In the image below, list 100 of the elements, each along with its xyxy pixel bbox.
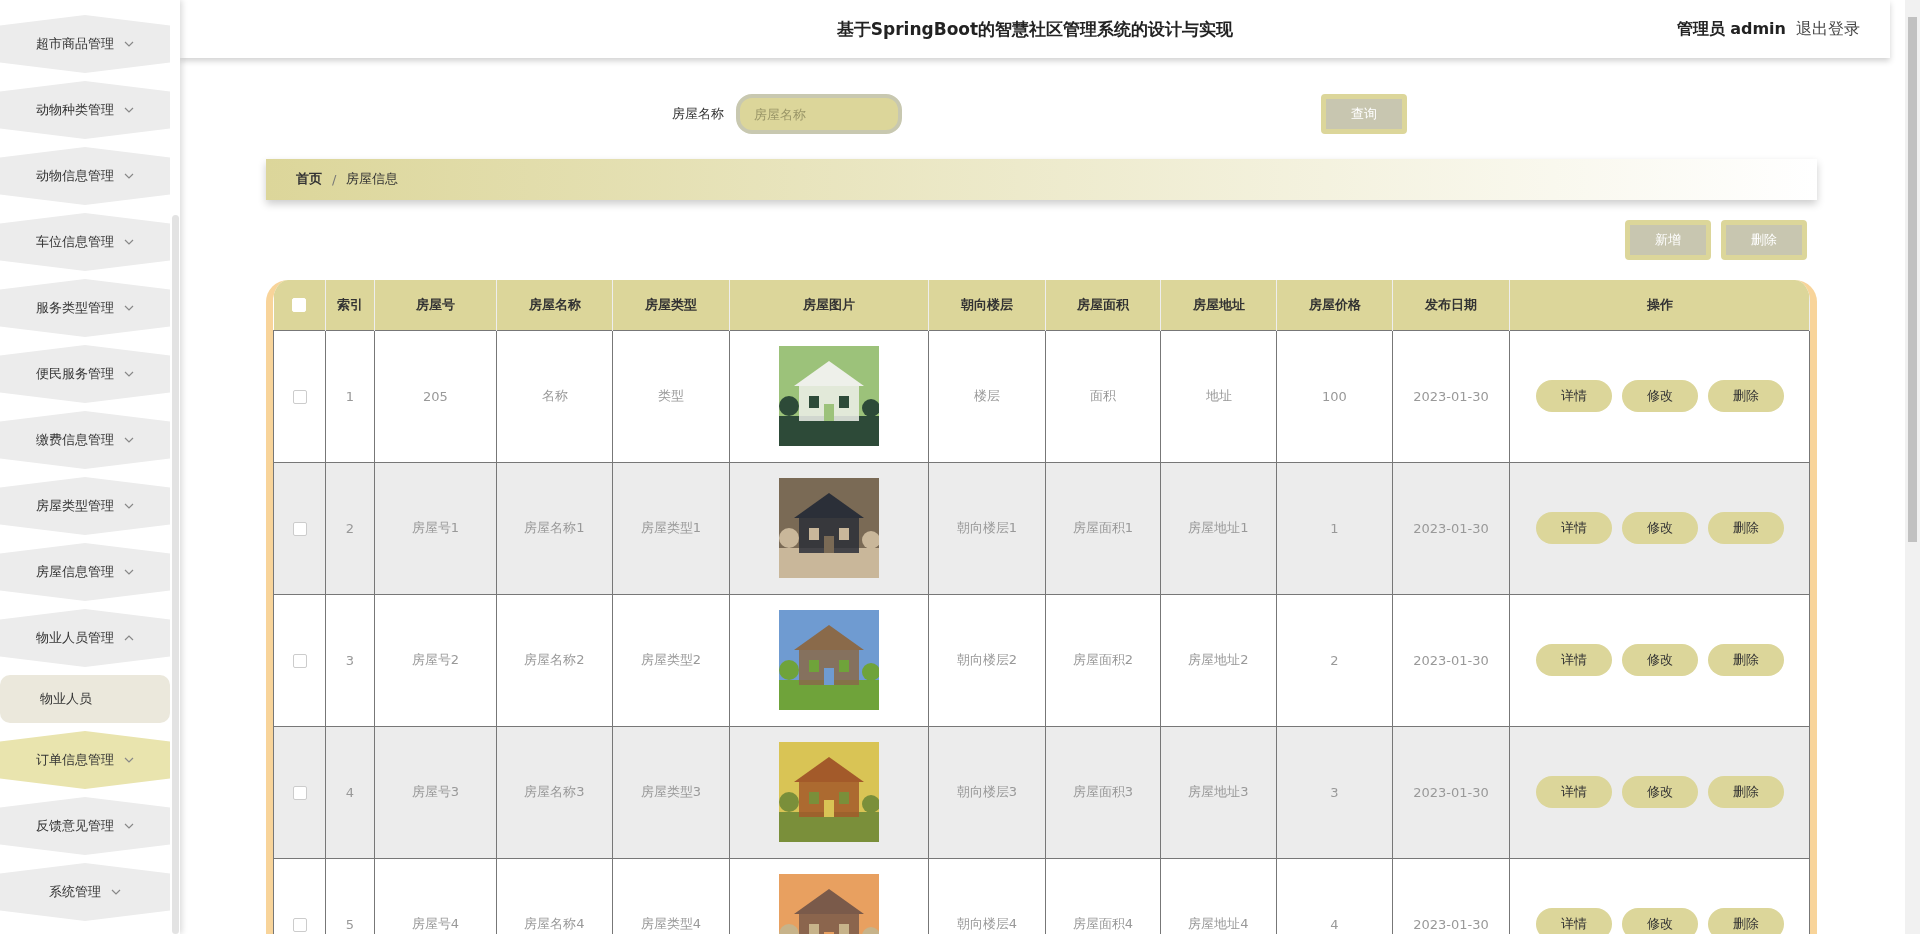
breadcrumb-separator: / xyxy=(332,171,337,187)
chevron-down-icon xyxy=(124,41,134,47)
table-cell: 3 xyxy=(1276,726,1393,858)
details-button[interactable]: 详情 xyxy=(1535,908,1612,934)
table-cell: 205 xyxy=(374,330,497,462)
search-label: 房屋名称 xyxy=(672,105,724,123)
delete-button[interactable]: 删除 xyxy=(1707,512,1784,544)
column-header: 房屋名称 xyxy=(496,279,613,330)
table-cell: 2023-01-30 xyxy=(1392,726,1510,858)
chevron-down-icon xyxy=(124,239,134,245)
column-header: 发布日期 xyxy=(1392,279,1510,330)
sidebar-item[interactable]: 订单信息管理 xyxy=(0,731,170,789)
table-cell: 房屋地址3 xyxy=(1160,726,1277,858)
table-cell: 房屋类型3 xyxy=(612,726,730,858)
table-cell: 4 xyxy=(325,726,375,858)
table-cell: 名称 xyxy=(496,330,613,462)
column-header: 房屋价格 xyxy=(1276,279,1393,330)
table-cell: 房屋名称1 xyxy=(496,462,613,594)
details-button[interactable]: 详情 xyxy=(1535,644,1612,676)
checkbox[interactable] xyxy=(292,917,307,932)
table-cell: 2023-01-30 xyxy=(1392,330,1510,462)
chevron-down-icon xyxy=(111,889,121,895)
column-header: 房屋图片 xyxy=(729,279,929,330)
checkbox[interactable] xyxy=(292,785,307,800)
delete-button[interactable]: 删除 xyxy=(1707,776,1784,808)
sidebar-item[interactable]: 物业人员管理 xyxy=(0,609,170,667)
edit-button[interactable]: 修改 xyxy=(1621,380,1698,412)
sidebar-item[interactable]: 超市商品管理 xyxy=(0,15,170,73)
scrollbar[interactable] xyxy=(171,215,179,934)
column-header: 房屋地址 xyxy=(1160,279,1277,330)
table-cell: 房屋面积2 xyxy=(1045,594,1161,726)
column-header: 操作 xyxy=(1509,279,1810,330)
table-cell: 楼层 xyxy=(928,330,1046,462)
table-cell: 房屋面积3 xyxy=(1045,726,1161,858)
checkbox[interactable] xyxy=(292,653,307,668)
table-cell: 类型 xyxy=(612,330,730,462)
chevron-down-icon xyxy=(124,437,134,443)
chevron-down-icon xyxy=(124,569,134,575)
chevron-down-icon xyxy=(124,757,134,763)
table-cell: 2023-01-30 xyxy=(1392,462,1510,594)
table-cell: 房屋号2 xyxy=(374,594,497,726)
sidebar-item[interactable]: 系统管理 xyxy=(0,863,170,921)
sidebar-subitem[interactable]: 物业人员 xyxy=(0,675,170,723)
scrollbar-thumb[interactable] xyxy=(1908,17,1917,542)
logout-link[interactable]: 退出登录 xyxy=(1796,18,1860,40)
table-cell: 2023-01-30 xyxy=(1392,594,1510,726)
sidebar-item[interactable]: 便民服务管理 xyxy=(0,345,170,403)
edit-button[interactable]: 修改 xyxy=(1621,512,1698,544)
chevron-down-icon xyxy=(124,823,134,829)
delete-button[interactable]: 删除 xyxy=(1707,644,1784,676)
table-cell: 房屋类型2 xyxy=(612,594,730,726)
chevron-down-icon xyxy=(124,503,134,509)
table-cell: 地址 xyxy=(1160,330,1277,462)
table-cell: 2 xyxy=(1276,594,1393,726)
chevron-up-icon xyxy=(124,635,134,641)
chevron-down-icon xyxy=(124,305,134,311)
table-cell: 100 xyxy=(1276,330,1393,462)
table-cell: 房屋名称3 xyxy=(496,726,613,858)
user-name: 管理员 admin xyxy=(1676,18,1786,40)
sidebar-item[interactable]: 车位信息管理 xyxy=(0,213,170,271)
chevron-down-icon xyxy=(124,173,134,179)
sidebar-item[interactable]: 缴费信息管理 xyxy=(0,411,170,469)
table-cell: 朝向楼层2 xyxy=(928,594,1046,726)
sidebar-item[interactable]: 房屋类型管理 xyxy=(0,477,170,535)
breadcrumb-link[interactable]: 首页 xyxy=(296,170,322,189)
table-cell: 3 xyxy=(325,594,375,726)
details-button[interactable]: 详情 xyxy=(1535,380,1612,412)
breadcrumb-current: 房屋信息 xyxy=(346,170,399,189)
table-cell: 朝向楼层1 xyxy=(928,462,1046,594)
delete-button[interactable]: 删除 xyxy=(1707,380,1784,412)
sidebar-item[interactable]: 反馈意见管理 xyxy=(0,797,170,855)
column-header: 房屋号 xyxy=(374,279,497,330)
table-cell: 房屋地址1 xyxy=(1160,462,1277,594)
table-cell: 1 xyxy=(325,330,375,462)
table-cell: 房屋名称2 xyxy=(496,594,613,726)
chevron-down-icon xyxy=(124,107,134,113)
edit-button[interactable]: 修改 xyxy=(1621,908,1698,934)
sidebar-item[interactable]: 服务类型管理 xyxy=(0,279,170,337)
table-cell: 面积 xyxy=(1045,330,1161,462)
checkbox[interactable] xyxy=(292,521,307,536)
sidebar-item[interactable]: 动物种类管理 xyxy=(0,81,170,139)
sidebar-item[interactable]: 房屋信息管理 xyxy=(0,543,170,601)
delete-button[interactable]: 删除 xyxy=(1707,908,1784,934)
details-button[interactable]: 详情 xyxy=(1535,776,1612,808)
edit-button[interactable]: 修改 xyxy=(1621,644,1698,676)
search-field[interactable]: 房屋名称 xyxy=(736,94,902,134)
table-cell: 房屋地址2 xyxy=(1160,594,1277,726)
column-header: 房屋类型 xyxy=(612,279,730,330)
checkbox[interactable] xyxy=(292,389,307,404)
column-header: 索引 xyxy=(325,279,375,330)
chevron-down-icon xyxy=(124,371,134,377)
page-title: 基于SpringBoot的智慧社区管理系统的设计与实现 xyxy=(836,17,1234,41)
column-header: 房屋面积 xyxy=(1045,279,1161,330)
table-cell: 房屋面积1 xyxy=(1045,462,1161,594)
details-button[interactable]: 详情 xyxy=(1535,512,1612,544)
table-cell: 朝向楼层3 xyxy=(928,726,1046,858)
sidebar-item[interactable]: 动物信息管理 xyxy=(0,147,170,205)
column-header: 朝向楼层 xyxy=(928,279,1046,330)
table-cell: 房屋号1 xyxy=(374,462,497,594)
edit-button[interactable]: 修改 xyxy=(1621,776,1698,808)
